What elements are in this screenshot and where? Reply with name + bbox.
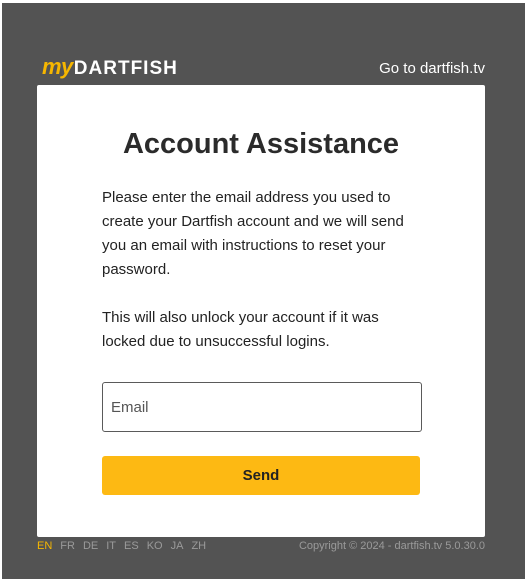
window-frame-left	[0, 0, 2, 579]
unlock-info-text: This will also unlock your account if it…	[102, 309, 379, 350]
language-option-ko[interactable]: KO	[147, 540, 163, 552]
instructions-text: Please enter the email address you used …	[102, 189, 404, 278]
logo-my-text: my	[42, 54, 73, 79]
language-option-it[interactable]: IT	[106, 540, 116, 552]
mydartfish-logo[interactable]: my DARTFISH	[42, 54, 178, 86]
email-input[interactable]	[103, 383, 421, 431]
page-title: Account Assistance	[122, 128, 400, 160]
email-field[interactable]	[102, 382, 422, 432]
language-option-zh[interactable]: ZH	[191, 540, 206, 552]
window-frame-top	[0, 0, 525, 3]
go-to-dartfish-link[interactable]: Go to dartfish.tv	[379, 60, 485, 77]
language-option-es[interactable]: ES	[124, 540, 139, 552]
language-option-fr[interactable]: FR	[60, 540, 75, 552]
send-button[interactable]: Send	[102, 456, 420, 495]
language-option-en[interactable]: EN	[37, 540, 52, 552]
account-assistance-card: Account Assistance Please enter the emai…	[37, 85, 485, 537]
logo-dartfish-text: DARTFISH	[73, 58, 178, 79]
language-option-de[interactable]: DE	[83, 540, 98, 552]
language-selector: EN FR DE IT ES KO JA ZH	[37, 540, 214, 552]
copyright-text: Copyright © 2024 - dartfish.tv 5.0.30.0	[298, 540, 485, 552]
language-option-ja[interactable]: JA	[171, 540, 184, 552]
